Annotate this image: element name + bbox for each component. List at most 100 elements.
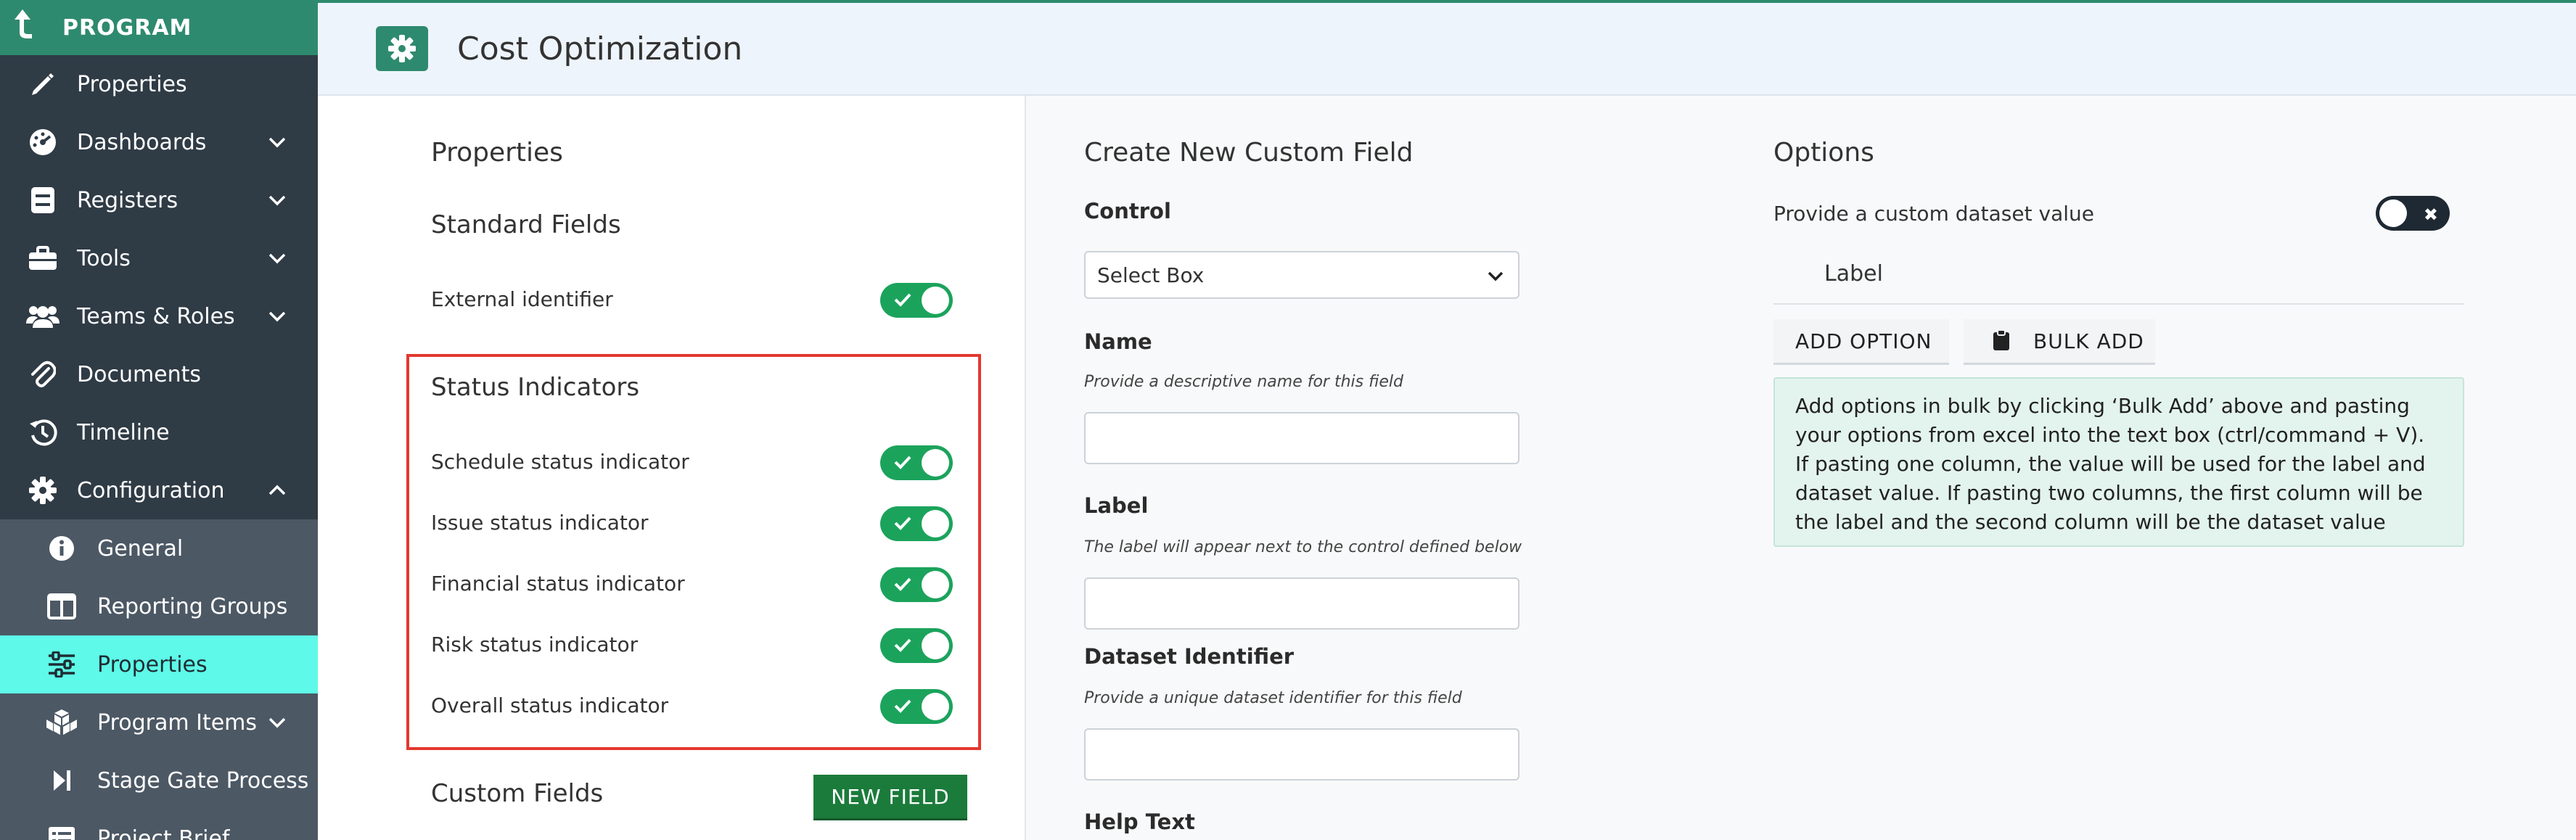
sidebar-item-registers[interactable]: Registers: [0, 171, 318, 229]
control-select[interactable]: Select Box: [1084, 251, 1519, 299]
schedule-status-label: Schedule status indicator: [431, 450, 689, 474]
sidebar-item-label: Documents: [77, 361, 202, 387]
check-icon: [894, 699, 911, 713]
create-field-heading: Create New Custom Field: [1084, 138, 1414, 168]
financial-status-toggle[interactable]: [880, 567, 953, 602]
sidebar-item-label: Stage Gate Process: [97, 767, 309, 794]
gear-icon: [26, 474, 60, 507]
chevron-down-icon: [268, 311, 286, 322]
toggle-knob: [2379, 199, 2407, 227]
history-icon: [26, 416, 60, 449]
list-icon: [45, 822, 78, 840]
new-field-button[interactable]: NEW FIELD: [813, 775, 967, 818]
issue-status-toggle[interactable]: [880, 506, 953, 541]
program-label: PROGRAM: [62, 15, 192, 41]
overall-status-label: Overall status indicator: [431, 693, 669, 717]
sidebar-item-label: Program Items: [97, 709, 258, 736]
dataset-identifier-help: Provide a unique dataset identifier for …: [1084, 689, 1462, 707]
chevron-down-icon: [268, 253, 286, 264]
toggle-knob: [922, 693, 949, 720]
sidebar-item-teams-roles[interactable]: Teams & Roles: [0, 287, 318, 345]
external-identifier-label: External identifier: [431, 287, 613, 311]
risk-status-label: Risk status indicator: [431, 633, 639, 656]
up-arrow-icon: [12, 8, 41, 48]
sidebar-item-label: Configuration: [77, 477, 225, 503]
options-table-header: Label: [1773, 258, 2464, 305]
dataset-identifier-input[interactable]: [1084, 728, 1519, 781]
register-icon: [26, 184, 60, 217]
toggle-knob: [922, 287, 949, 314]
custom-dataset-label: Provide a custom dataset value: [1773, 202, 2094, 226]
dashboard-icon: [26, 125, 60, 159]
name-label: Name: [1084, 329, 1152, 354]
bulk-add-button[interactable]: BULK ADD: [1964, 319, 2155, 363]
check-icon: [894, 456, 911, 469]
sliders-icon: [45, 648, 78, 681]
sidebar-item-label: Properties: [97, 651, 208, 678]
schedule-status-toggle[interactable]: [880, 445, 953, 480]
name-input[interactable]: [1084, 412, 1519, 464]
sidebar-item-label: Tools: [77, 245, 131, 271]
check-icon: [894, 293, 911, 307]
external-identifier-toggle[interactable]: [880, 283, 953, 318]
sidebar-item-label: Reporting Groups: [97, 593, 288, 619]
label-help: The label will appear next to the contro…: [1084, 538, 1522, 556]
info-icon: [45, 532, 78, 565]
sidebar-item-tools[interactable]: Tools: [0, 229, 318, 287]
status-indicators-heading: Status Indicators: [431, 373, 640, 402]
bulk-add-label: BULK ADD: [2033, 329, 2144, 353]
users-icon: [26, 300, 60, 333]
close-icon: ✖: [2423, 205, 2438, 225]
sidebar-item-properties[interactable]: Properties: [0, 55, 318, 113]
overall-status-toggle[interactable]: [880, 689, 953, 724]
toggle-knob: [922, 571, 949, 598]
check-icon: [894, 577, 911, 591]
label-input[interactable]: [1084, 577, 1519, 630]
toggle-knob: [922, 510, 949, 538]
sidebar-item-label: Timeline: [77, 419, 170, 445]
control-select-value: Select Box: [1097, 263, 1205, 287]
sidebar-item-label: General: [97, 535, 184, 561]
properties-heading: Properties: [431, 138, 563, 168]
toggle-knob: [922, 632, 949, 659]
toolbox-icon: [26, 242, 60, 275]
label-label: Label: [1084, 493, 1149, 518]
sidebar-subitem-program-items[interactable]: Program Items: [0, 693, 318, 752]
chevron-down-icon: [268, 717, 286, 728]
columns-icon: [45, 590, 78, 623]
sidebar-item-label: Registers: [77, 187, 179, 213]
chevron-up-icon: [268, 485, 286, 495]
page-title: Cost Optimization: [457, 30, 743, 67]
sidebar-item-configuration[interactable]: Configuration: [0, 461, 318, 519]
sidebar-item-label: Properties: [77, 71, 187, 97]
label-column-header: Label: [1824, 261, 1883, 287]
add-option-button[interactable]: ADD OPTION: [1773, 319, 1949, 363]
add-option-label: ADD OPTION: [1795, 329, 1932, 353]
configuration-submenu: General Reporting Groups Properties Prog…: [0, 519, 318, 840]
step-forward-icon: [45, 764, 78, 797]
sidebar-subitem-general[interactable]: General: [0, 519, 318, 577]
risk-status-toggle[interactable]: [880, 628, 953, 663]
sidebar-subitem-project-brief[interactable]: Project Brief: [0, 810, 318, 840]
chevron-down-icon: [268, 137, 286, 148]
toggle-knob: [922, 449, 949, 477]
control-label: Control: [1084, 199, 1171, 223]
page-header: Cost Optimization: [318, 0, 2576, 96]
program-header[interactable]: PROGRAM: [0, 0, 318, 55]
sidebar: PROGRAM Properties Dashboards Registers …: [0, 0, 318, 840]
help-text-label: Help Text: [1084, 810, 1195, 834]
chevron-down-icon: [268, 195, 286, 206]
sidebar-item-dashboards[interactable]: Dashboards: [0, 113, 318, 171]
sidebar-subitem-stage-gate[interactable]: Stage Gate Process: [0, 752, 318, 810]
custom-dataset-toggle[interactable]: ✖: [2376, 196, 2450, 231]
financial-status-label: Financial status indicator: [431, 572, 685, 596]
sidebar-item-documents[interactable]: Documents: [0, 345, 318, 403]
issue-status-label: Issue status indicator: [431, 511, 649, 535]
paperclip-icon: [26, 358, 60, 391]
sidebar-item-timeline[interactable]: Timeline: [0, 403, 318, 461]
sidebar-subitem-properties[interactable]: Properties: [0, 635, 318, 693]
options-heading: Options: [1773, 138, 1874, 168]
sidebar-subitem-reporting-groups[interactable]: Reporting Groups: [0, 577, 318, 635]
pencil-icon: [26, 67, 60, 101]
dataset-identifier-label: Dataset Identifier: [1084, 644, 1295, 669]
